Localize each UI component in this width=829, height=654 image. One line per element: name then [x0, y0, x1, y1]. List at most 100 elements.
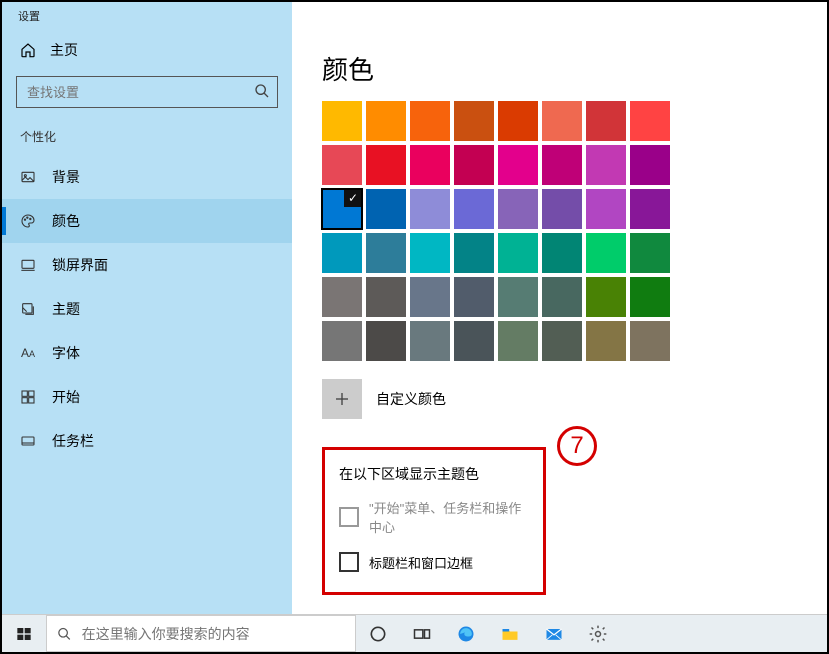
page-title: 颜色: [322, 50, 827, 87]
color-swatch[interactable]: [366, 321, 406, 361]
color-swatch[interactable]: [542, 145, 582, 185]
checkbox-label: "开始"菜单、任务栏和操作中心: [369, 498, 525, 536]
check-icon: ✓: [344, 189, 362, 207]
color-swatch[interactable]: [586, 233, 626, 273]
color-swatch[interactable]: [498, 101, 538, 141]
cortana-icon[interactable]: [356, 615, 400, 652]
settings-icon[interactable]: [576, 615, 620, 652]
sidebar-item-label: 开始: [52, 387, 80, 407]
checkbox-box[interactable]: [339, 552, 359, 572]
color-swatch[interactable]: [322, 277, 362, 317]
color-swatch[interactable]: [366, 277, 406, 317]
color-swatch[interactable]: [322, 233, 362, 273]
color-swatch[interactable]: [322, 321, 362, 361]
color-swatch[interactable]: [542, 233, 582, 273]
themes-icon: [20, 301, 36, 317]
explorer-icon[interactable]: [488, 615, 532, 652]
color-swatch[interactable]: [586, 101, 626, 141]
checkbox-label: 标题栏和窗口边框: [369, 553, 473, 572]
color-swatch[interactable]: [454, 101, 494, 141]
sidebar-item-label: 主题: [52, 299, 80, 319]
mail-icon[interactable]: [532, 615, 576, 652]
color-swatch[interactable]: [366, 101, 406, 141]
custom-color-button[interactable]: [322, 379, 362, 419]
color-swatch[interactable]: [498, 189, 538, 229]
color-swatch[interactable]: [454, 145, 494, 185]
color-swatch[interactable]: [542, 101, 582, 141]
sidebar-item-colors[interactable]: 颜色: [2, 199, 292, 243]
font-icon: AA: [20, 345, 36, 361]
color-swatch[interactable]: [630, 189, 670, 229]
color-swatch[interactable]: [366, 233, 406, 273]
sidebar-item-themes[interactable]: 主题: [2, 287, 292, 331]
color-swatch[interactable]: [366, 189, 406, 229]
home-label: 主页: [50, 40, 78, 60]
accent-section-title: 在以下区域显示主题色: [339, 464, 525, 484]
color-swatch[interactable]: [454, 233, 494, 273]
plus-icon: [333, 390, 351, 408]
checkbox-titlebars[interactable]: 标题栏和窗口边框: [339, 552, 525, 572]
main-content: 颜色 ✓ 自定义颜色 7 在以下区域显示主题色 "开始"菜单、任务栏和操作中心 …: [292, 2, 827, 614]
home-nav[interactable]: 主页: [2, 30, 292, 70]
task-view-icon[interactable]: [400, 615, 444, 652]
sidebar-item-lockscreen[interactable]: 锁屏界面: [2, 243, 292, 287]
color-swatch[interactable]: [498, 321, 538, 361]
section-label: 个性化: [2, 120, 292, 155]
taskbar-search-input[interactable]: [82, 626, 345, 642]
color-swatch[interactable]: [630, 233, 670, 273]
sidebar-item-label: 字体: [52, 343, 80, 363]
annotation-marker: 7: [557, 426, 597, 466]
color-swatch[interactable]: [322, 101, 362, 141]
search-input[interactable]: [16, 76, 278, 108]
sidebar-item-start[interactable]: 开始: [2, 375, 292, 419]
color-swatch[interactable]: [542, 189, 582, 229]
sidebar-item-fonts[interactable]: AA 字体: [2, 331, 292, 375]
custom-color-label: 自定义颜色: [376, 389, 446, 409]
taskbar-icon: [20, 433, 36, 449]
color-swatch[interactable]: [630, 101, 670, 141]
color-swatch[interactable]: [454, 321, 494, 361]
color-swatch[interactable]: [410, 101, 450, 141]
sidebar: 设置 主页 个性化 背景 颜色 锁屏界面: [2, 2, 292, 614]
sidebar-item-background[interactable]: 背景: [2, 155, 292, 199]
checkbox-start-taskbar: "开始"菜单、任务栏和操作中心: [339, 498, 525, 536]
color-swatch[interactable]: [366, 145, 406, 185]
search-icon: [254, 83, 270, 99]
windows-icon: [16, 626, 32, 642]
color-swatch[interactable]: [322, 145, 362, 185]
color-swatch[interactable]: [498, 233, 538, 273]
edge-icon[interactable]: [444, 615, 488, 652]
color-swatch[interactable]: [586, 321, 626, 361]
color-swatch[interactable]: [630, 277, 670, 317]
search-icon: [57, 626, 72, 642]
color-swatch[interactable]: [410, 321, 450, 361]
color-swatch[interactable]: [498, 145, 538, 185]
sidebar-item-label: 锁屏界面: [52, 255, 108, 275]
color-swatch[interactable]: [410, 233, 450, 273]
color-swatch[interactable]: [454, 189, 494, 229]
color-swatch[interactable]: [630, 321, 670, 361]
sidebar-item-label: 任务栏: [52, 431, 94, 451]
color-swatch[interactable]: ✓: [322, 189, 362, 229]
start-button[interactable]: [2, 615, 46, 652]
sidebar-item-taskbar[interactable]: 任务栏: [2, 419, 292, 463]
palette-icon: [20, 213, 36, 229]
color-swatch[interactable]: [410, 189, 450, 229]
start-icon: [20, 389, 36, 405]
color-swatch[interactable]: [498, 277, 538, 317]
accent-color-grid: ✓: [322, 101, 827, 361]
color-swatch[interactable]: [586, 189, 626, 229]
home-icon: [20, 42, 36, 58]
color-swatch[interactable]: [630, 145, 670, 185]
window-title: 设置: [2, 8, 292, 30]
color-swatch[interactable]: [410, 277, 450, 317]
color-swatch[interactable]: [542, 277, 582, 317]
taskbar-search[interactable]: [46, 615, 356, 652]
color-swatch[interactable]: [586, 145, 626, 185]
taskbar: [2, 614, 827, 652]
color-swatch[interactable]: [542, 321, 582, 361]
sidebar-item-label: 背景: [52, 167, 80, 187]
color-swatch[interactable]: [586, 277, 626, 317]
color-swatch[interactable]: [454, 277, 494, 317]
color-swatch[interactable]: [410, 145, 450, 185]
